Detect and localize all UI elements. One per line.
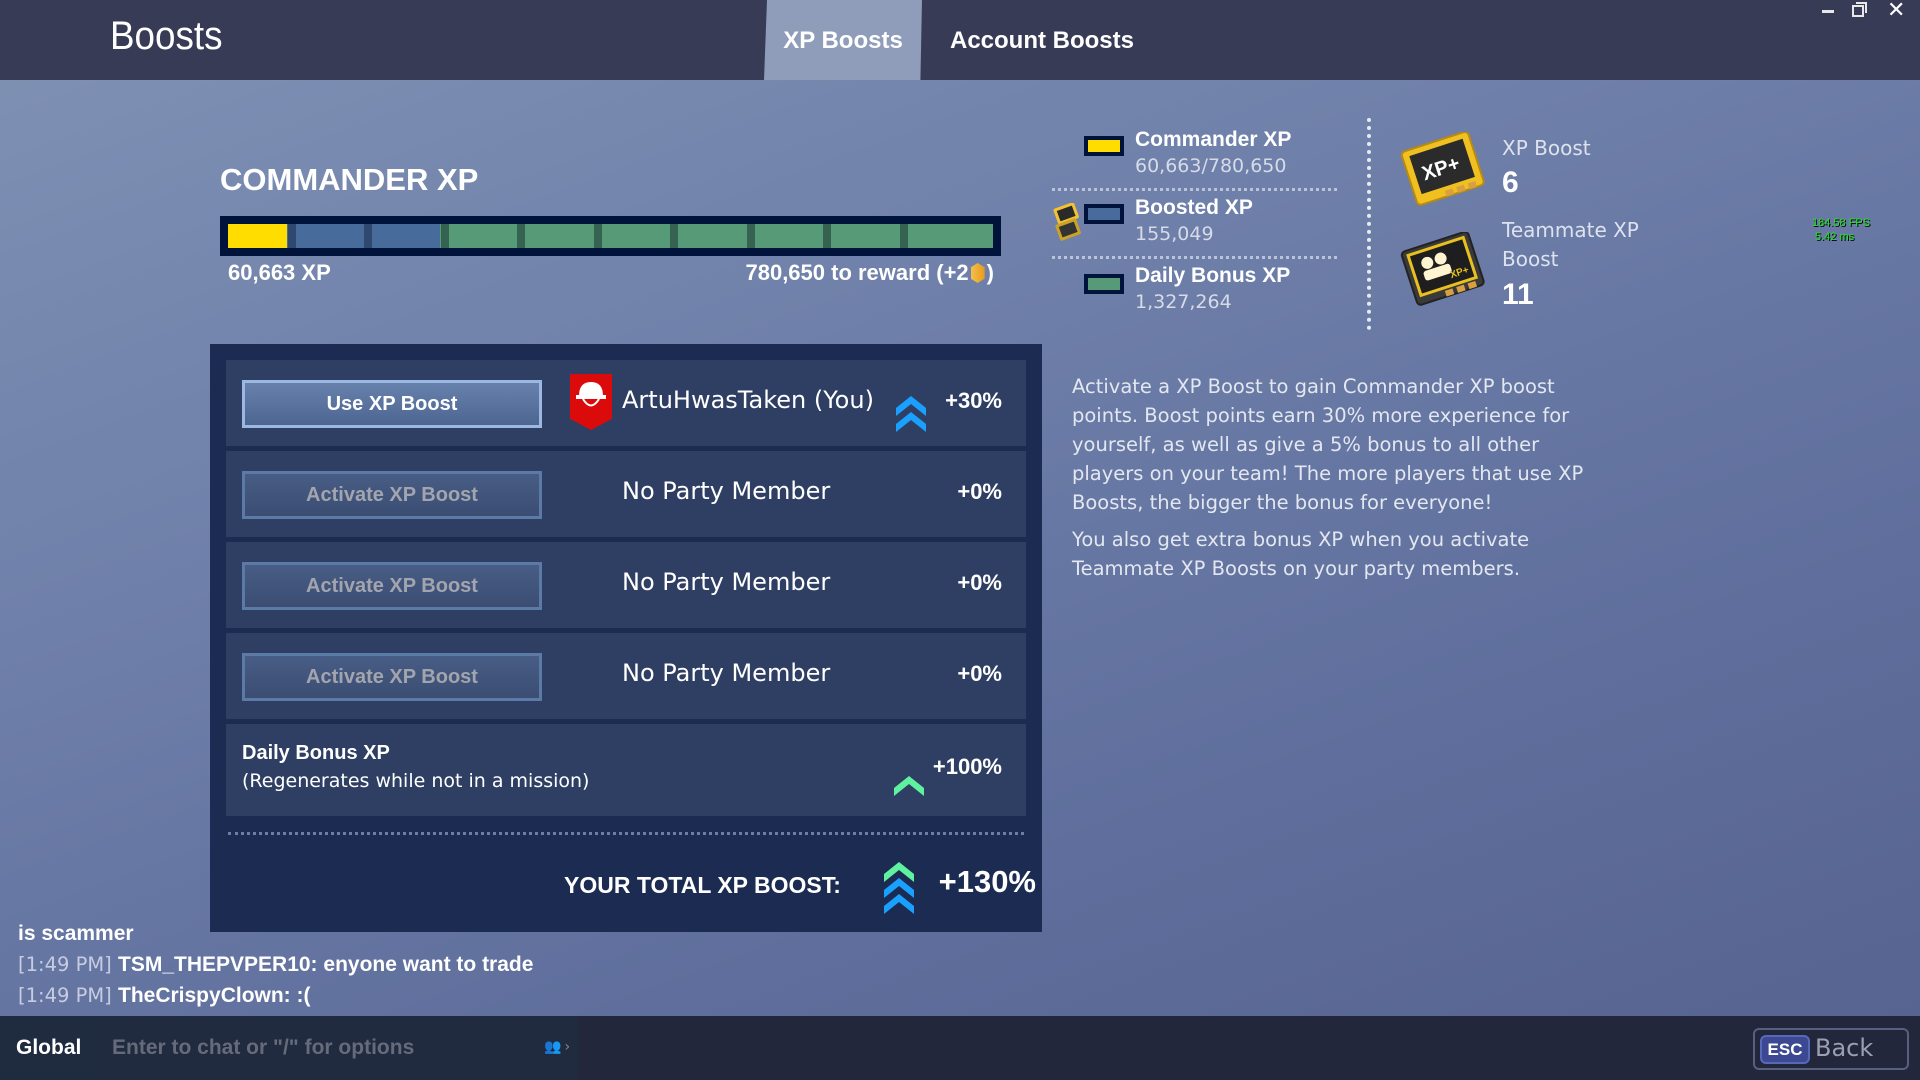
xp-bar-segment-divider — [287, 224, 296, 248]
total-divider — [228, 832, 1024, 835]
boost-percent: +0% — [957, 479, 1002, 504]
chevron-up-icon — [894, 776, 924, 796]
xp-boost-count: 6 — [1502, 166, 1519, 199]
fps-value: 184.58 FPS — [1812, 217, 1871, 229]
xp-bar-segment-divider — [593, 224, 602, 248]
commander-xp-title: COMMANDER XP — [220, 162, 479, 197]
minimize-icon[interactable] — [1822, 10, 1834, 13]
daily-bonus-subtitle: (Regenerates while not in a mission) — [242, 770, 590, 792]
restore-icon[interactable] — [1852, 2, 1867, 17]
top-bar: Boosts XP Boosts Account Boosts ✕ — [0, 0, 1920, 80]
xp-bar-segment-divider — [364, 224, 373, 248]
xp-bar-commander-segment — [228, 224, 288, 248]
back-label: Back — [1815, 1034, 1874, 1062]
teammate-xp-boost-card-icon: XP+ — [1400, 232, 1485, 306]
total-xp-boost-value: +130% — [938, 864, 1036, 899]
chat-input[interactable] — [98, 1016, 578, 1080]
activate-xp-boost-button[interactable]: Activate XP Boost — [242, 471, 542, 519]
helmet-icon — [576, 382, 606, 407]
teammate-xp-boost-label-line1: Teammate XP — [1502, 218, 1639, 242]
total-xp-boost-label: YOUR TOTAL XP BOOST: — [564, 872, 841, 898]
chat-message-text: is scammer — [18, 922, 134, 945]
xp-boost-label: XP Boost — [1502, 136, 1591, 160]
use-xp-boost-button[interactable]: Use XP Boost — [242, 380, 542, 428]
boost-percent: +0% — [957, 661, 1002, 686]
party-row: Use XP Boost ArtuHwasTaken (You) +30% — [226, 360, 1026, 446]
double-chevron-up-icon — [896, 396, 926, 432]
player-banner-icon — [570, 374, 612, 430]
party-member-name: ArtuHwasTaken (You) — [622, 386, 874, 414]
legend-name: Commander XP — [1135, 128, 1292, 151]
chat-timestamp: [1:49 PM] — [18, 984, 112, 1007]
chat-timestamp: [1:49 PM] — [18, 953, 112, 976]
esc-key-icon: ESC — [1760, 1035, 1810, 1064]
chat-bar: Global 👥› — [0, 1016, 1920, 1080]
chat-message-text: TheCrispyClown: :( — [118, 984, 311, 1007]
back-button[interactable]: ESC Back — [1753, 1028, 1909, 1070]
triple-chevron-up-icon — [884, 862, 914, 914]
people-icon: 👥 — [544, 1039, 562, 1055]
description-paragraph: You also get extra bonus XP when you act… — [1072, 528, 1530, 580]
frame-time-value: 5.42 ms — [1815, 231, 1855, 243]
boost-percent: +30% — [945, 388, 1002, 413]
tab-xp-boosts[interactable]: XP Boosts — [764, 0, 922, 80]
party-boost-panel: Use XP Boost ArtuHwasTaken (You) +30% Ac… — [210, 344, 1042, 932]
chat-message: [1:49 PM] TSM_THEPVPER10: enyone want to… — [18, 949, 533, 980]
chat-message-text: TSM_THEPVPER10: enyone want to trade — [118, 953, 534, 976]
close-icon[interactable]: ✕ — [1887, 0, 1905, 23]
tab-account-boosts[interactable]: Account Boosts — [922, 0, 1162, 80]
chat-message: [1:49 PM] TheCrispyClown: :( — [18, 980, 533, 1011]
boost-percent: +0% — [957, 570, 1002, 595]
daily-bonus-percent: +100% — [932, 754, 1002, 779]
chat-log: is scammer [1:49 PM] TSM_THEPVPER10: eny… — [18, 918, 533, 1011]
activate-xp-boost-button[interactable]: Activate XP Boost — [242, 653, 542, 701]
party-member-name: No Party Member — [622, 568, 831, 596]
daily-bonus-title: Daily Bonus XP — [242, 742, 390, 764]
xp-bar-segment-divider — [440, 224, 449, 248]
fps-counter: 184.58 FPS 5.42 ms — [1812, 216, 1870, 244]
commander-xp-swatch — [1084, 136, 1124, 156]
xp-bar-segment-divider — [517, 224, 526, 248]
legend-name: Daily Bonus XP — [1135, 264, 1291, 287]
party-row: Activate XP Boost No Party Member +0% — [226, 633, 1026, 719]
legend-value: 60,663/780,650 — [1135, 155, 1287, 177]
party-row: Activate XP Boost No Party Member +0% — [226, 542, 1026, 628]
boosted-xp-swatch — [1084, 204, 1124, 224]
xp-bar-segment-divider — [670, 224, 679, 248]
activate-xp-boost-button[interactable]: Activate XP Boost — [242, 562, 542, 610]
chat-channel-selector[interactable]: Global — [0, 1016, 98, 1080]
legend-name: Boosted XP — [1135, 196, 1253, 219]
reward-text-suffix: ) — [986, 260, 994, 285]
chevron-right-icon: › — [564, 1039, 571, 1055]
chat-message: is scammer — [18, 918, 533, 949]
vertical-divider — [1367, 118, 1371, 330]
reward-label: 780,650 to reward (+2) — [745, 260, 994, 286]
party-member-name: No Party Member — [622, 659, 831, 687]
xp-boost-card-icon: XP+ — [1400, 132, 1485, 206]
boost-description: Activate a XP Boost to gain Commander XP… — [1072, 372, 1592, 583]
teammate-xp-boost-label-line2: Boost — [1502, 247, 1559, 271]
teammate-xp-boost-count: 11 — [1502, 278, 1534, 311]
legend-value: 155,049 — [1135, 223, 1214, 245]
description-paragraph: Activate a XP Boost to gain Commander XP… — [1072, 375, 1584, 514]
daily-bonus-row: Daily Bonus XP (Regenerates while not in… — [226, 724, 1026, 816]
xp-bar-track — [228, 224, 993, 248]
xp-bar-segment-divider — [899, 224, 908, 248]
party-member-name: No Party Member — [622, 477, 831, 505]
xp-bar-segment-divider — [746, 224, 755, 248]
legend-divider — [1052, 256, 1337, 259]
boost-cards-icon — [1053, 203, 1081, 241]
reward-text: 780,650 to reward (+2 — [745, 260, 969, 285]
party-row: Activate XP Boost No Party Member +0% — [226, 451, 1026, 537]
legend-divider — [1052, 188, 1337, 191]
commander-xp-progress-bar — [220, 216, 1001, 256]
gem-icon — [970, 263, 985, 283]
party-chat-toggle[interactable]: 👥 › — [544, 1039, 570, 1055]
current-xp-label: 60,663 XP — [228, 260, 331, 285]
legend-value: 1,327,264 — [1135, 291, 1232, 313]
page-title: Boosts — [110, 14, 223, 58]
daily-bonus-xp-swatch — [1084, 274, 1124, 294]
xp-bar-segment-divider — [823, 224, 832, 248]
